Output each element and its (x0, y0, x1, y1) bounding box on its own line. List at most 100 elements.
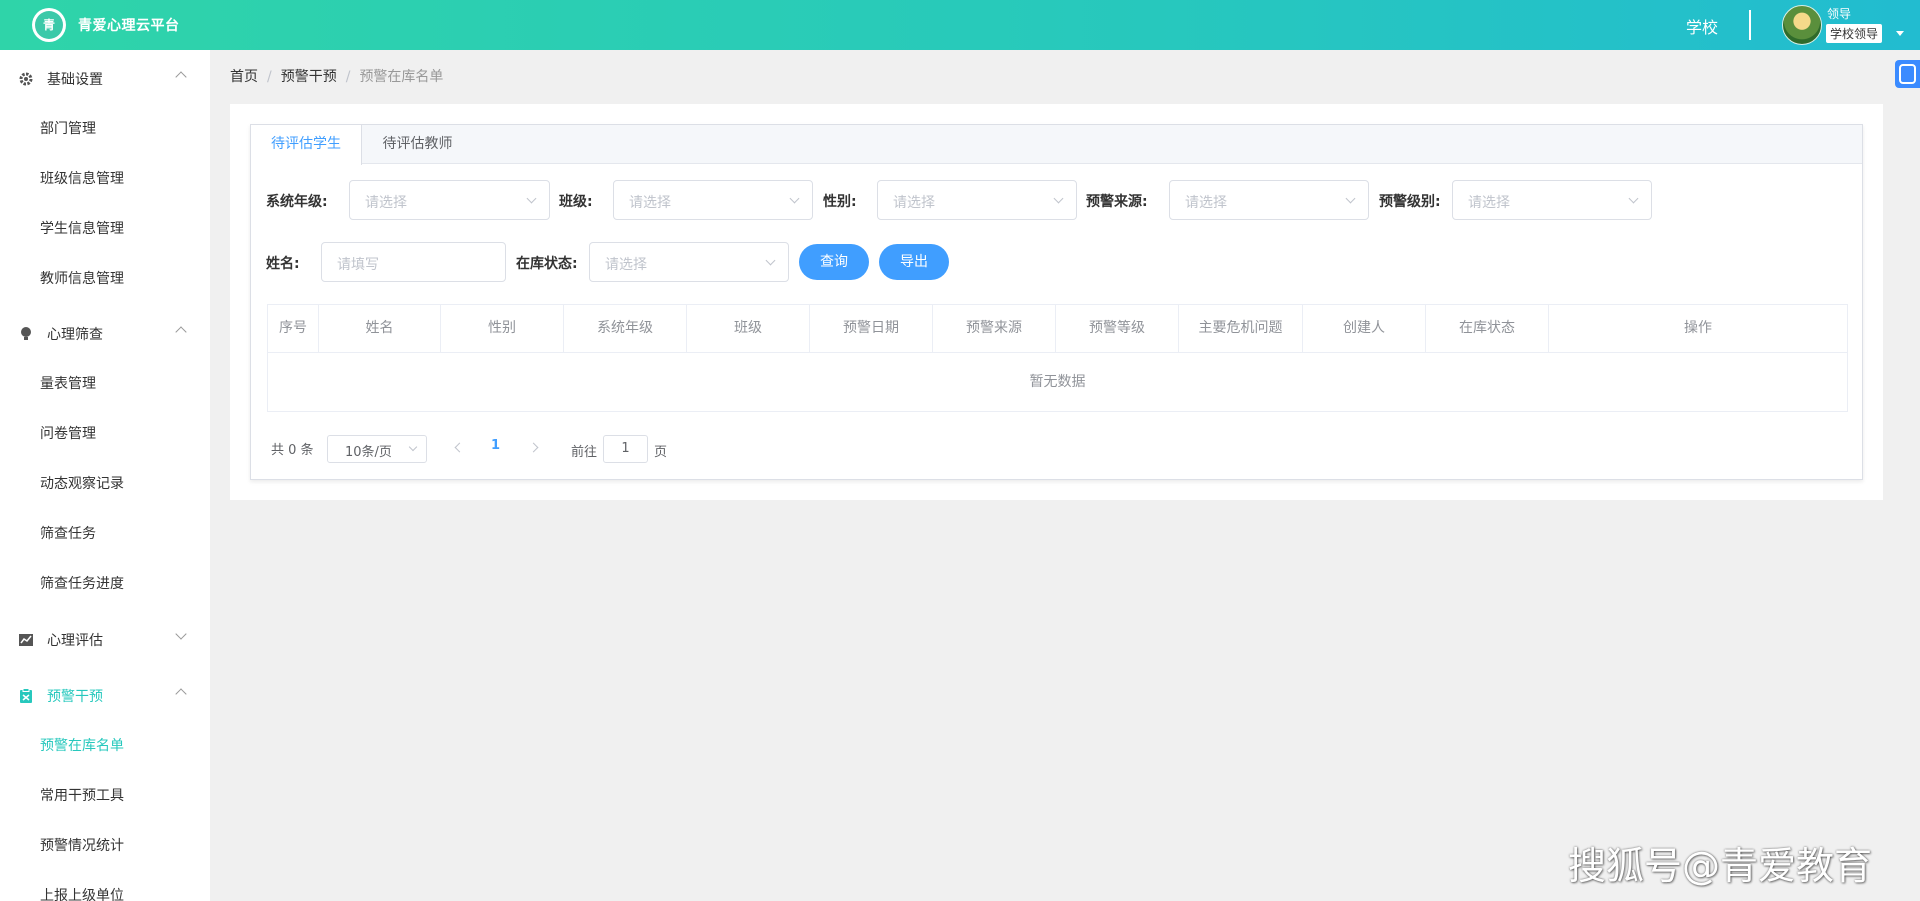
goto-label: 前往 (571, 445, 598, 460)
pagination-total: 共 0 条 (271, 443, 314, 458)
page-size-select[interactable]: 10条/页 (327, 435, 427, 463)
level-label: 预警级别: (1379, 194, 1441, 210)
sidebar-group-assessment[interactable]: 心理评估 (0, 614, 210, 664)
column-header: 预警等级 (1056, 305, 1179, 353)
status-label: 在库状态: (516, 256, 578, 272)
top-header: 青 青爱心理云平台 学校 领导 学校领导 (0, 0, 1920, 50)
user-name: 领导 (1827, 7, 1852, 21)
sidebar-item-scale[interactable]: 量表管理 (0, 358, 210, 408)
sidebar-item-label: 学生信息管理 (40, 221, 124, 237)
sidebar-item-questionnaire[interactable]: 问卷管理 (0, 408, 210, 458)
sidebar-group-label: 心理评估 (47, 633, 103, 649)
floating-tool-button[interactable] (1895, 60, 1920, 88)
sidebar-item-task-progress[interactable]: 筛查任务进度 (0, 558, 210, 608)
tab-pending-students[interactable]: 待评估学生 (251, 125, 362, 165)
export-button[interactable]: 导出 (879, 244, 949, 280)
chevron-down-icon (1053, 193, 1064, 204)
chevron-down-icon (1345, 193, 1356, 204)
user-menu-caret-icon[interactable] (1896, 31, 1904, 36)
sidebar-item-label: 上报上级单位 (40, 888, 124, 901)
column-header: 主要危机问题 (1179, 305, 1303, 353)
sidebar-item-label: 动态观察记录 (40, 476, 124, 492)
sidebar-group-label: 基础设置 (47, 72, 103, 88)
name-label: 姓名: (266, 256, 300, 272)
sidebar-item-label: 部门管理 (40, 121, 96, 137)
clipboard-icon (20, 688, 32, 703)
grade-label: 系统年级: (266, 194, 328, 210)
sidebar-item-label: 量表管理 (40, 376, 96, 392)
page-number[interactable]: 1 (491, 438, 500, 453)
sidebar-group-screening[interactable]: 心理筛查 (0, 308, 210, 358)
sidebar-item-class-info[interactable]: 班级信息管理 (0, 153, 210, 203)
sidebar-item-label: 筛查任务进度 (40, 576, 124, 592)
chevron-up-icon (175, 688, 187, 700)
watermark: 搜狐号@青爱教育 (1568, 844, 1873, 888)
sidebar-group-label: 心理筛查 (47, 327, 103, 343)
sidebar-item-label: 班级信息管理 (40, 171, 124, 187)
table-empty-text: 暂无数据 (1029, 374, 1086, 390)
school-link[interactable]: 学校 (1686, 14, 1718, 38)
column-header: 预警日期 (810, 305, 933, 353)
app-logo: 青 (32, 8, 66, 42)
sidebar-item-observation[interactable]: 动态观察记录 (0, 458, 210, 508)
chevron-down-icon (765, 255, 776, 266)
column-header: 性别 (441, 305, 564, 353)
chevron-up-icon (175, 326, 187, 338)
tab-bar: 待评估学生 待评估教师 (251, 125, 1862, 165)
logo-icon: 青 (35, 11, 63, 39)
column-header: 在库状态 (1426, 305, 1549, 353)
sidebar-item-label: 常用干预工具 (40, 788, 124, 804)
sidebar-item-department[interactable]: 部门管理 (0, 103, 210, 153)
grade-select-placeholder: 请选择 (365, 195, 407, 211)
sidebar: 基础设置 部门管理 班级信息管理 学生信息管理 教师信息管理 心理筛查 量表管理… (0, 50, 210, 901)
column-header: 序号 (268, 305, 319, 353)
tab-pending-teachers[interactable]: 待评估教师 (362, 125, 473, 165)
breadcrumb-warning[interactable]: 预警干预 (281, 69, 337, 85)
class-select-placeholder: 请选择 (629, 195, 671, 211)
chevron-down-icon (408, 442, 418, 452)
level-select[interactable]: 请选择 (1452, 180, 1652, 220)
class-select[interactable]: 请选择 (613, 180, 813, 220)
breadcrumb-current: 预警在库名单 (359, 69, 444, 85)
chevron-down-icon (789, 193, 800, 204)
class-label: 班级: (559, 194, 593, 210)
page-suffix: 页 (654, 445, 668, 460)
sidebar-item-intervention-tools[interactable]: 常用干预工具 (0, 770, 210, 820)
sidebar-item-label: 教师信息管理 (40, 271, 124, 287)
breadcrumb-home[interactable]: 首页 (230, 69, 258, 85)
user-avatar[interactable] (1782, 5, 1822, 45)
prev-page-icon[interactable] (454, 442, 465, 453)
grade-select[interactable]: 请选择 (349, 180, 550, 220)
goto-page-input[interactable]: 1 (603, 435, 648, 463)
sidebar-item-report-superior[interactable]: 上报上级单位 (0, 870, 210, 901)
sidebar-item-screening-task[interactable]: 筛查任务 (0, 508, 210, 558)
next-page-icon[interactable] (528, 442, 539, 453)
status-select-placeholder: 请选择 (605, 257, 647, 273)
sidebar-item-warning-list[interactable]: 预警在库名单 (0, 720, 210, 770)
sidebar-item-teacher-info[interactable]: 教师信息管理 (0, 253, 210, 303)
level-select-placeholder: 请选择 (1468, 195, 1510, 211)
name-input[interactable]: 请填写 (321, 242, 506, 282)
content-card: 待评估学生 待评估教师 系统年级: 请选择 班级: 请选择 性别: 请选择 预警… (250, 124, 1863, 480)
chevron-down-icon (175, 628, 187, 640)
gender-select-placeholder: 请选择 (893, 195, 935, 211)
sidebar-group-basic-settings[interactable]: 基础设置 (0, 53, 210, 103)
user-role-badge[interactable]: 学校领导 (1826, 24, 1883, 43)
status-select[interactable]: 请选择 (589, 242, 789, 282)
sidebar-item-student-info[interactable]: 学生信息管理 (0, 203, 210, 253)
page-size-value: 10条/页 (345, 445, 392, 460)
bulb-icon (21, 327, 31, 340)
gear-icon (19, 72, 33, 86)
app-title: 青爱心理云平台 (78, 18, 180, 34)
sidebar-item-warning-stats[interactable]: 预警情况统计 (0, 820, 210, 870)
name-input-placeholder: 请填写 (337, 257, 379, 273)
column-header: 姓名 (319, 305, 441, 353)
gender-select[interactable]: 请选择 (877, 180, 1077, 220)
query-button[interactable]: 查询 (799, 244, 869, 280)
column-header: 预警来源 (933, 305, 1056, 353)
column-header: 创建人 (1303, 305, 1426, 353)
source-select[interactable]: 请选择 (1169, 180, 1369, 220)
sidebar-group-warning[interactable]: 预警干预 (0, 670, 210, 720)
chart-icon (19, 634, 33, 646)
chevron-down-icon (526, 193, 537, 204)
